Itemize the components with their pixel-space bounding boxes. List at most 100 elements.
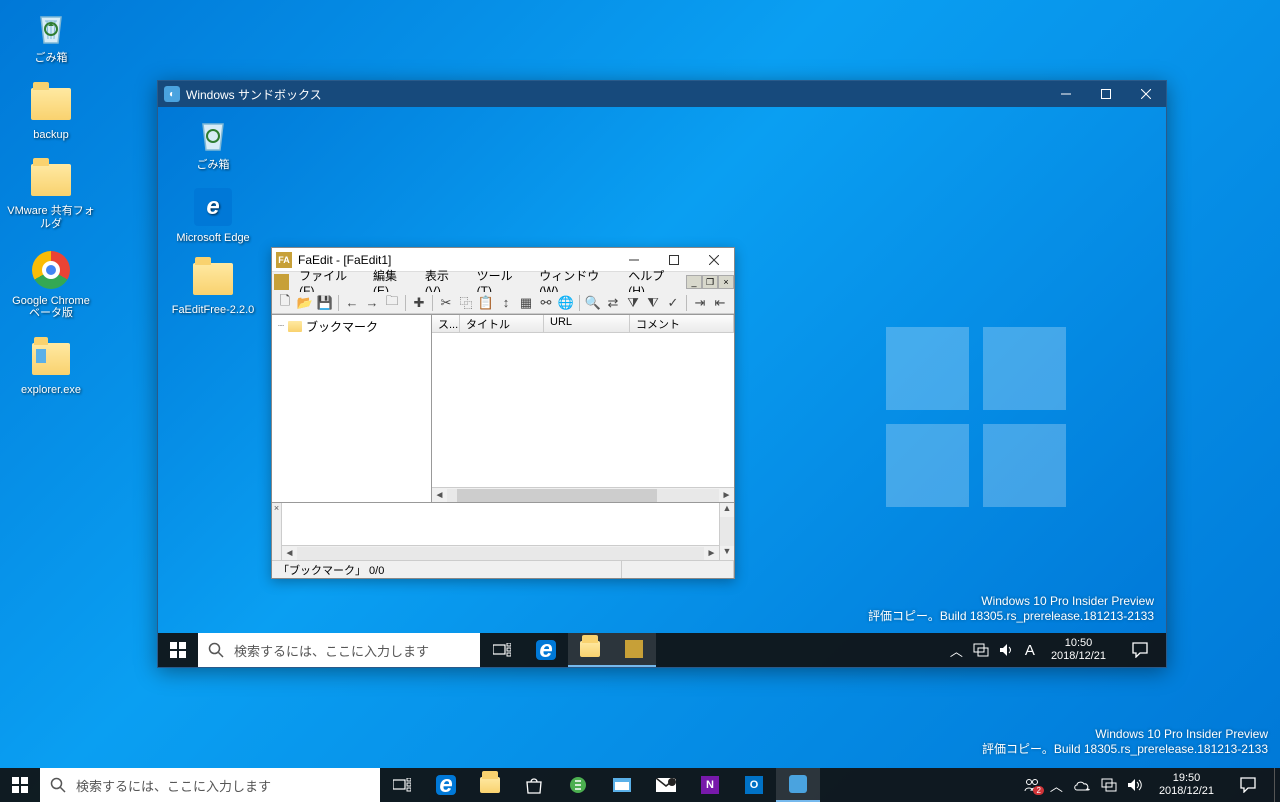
toolbar-cut-icon[interactable]: ✂ (437, 294, 455, 312)
volume-icon[interactable] (1127, 778, 1143, 792)
toolbar-import-icon[interactable]: ⇤ (711, 294, 729, 312)
people-icon[interactable]: 2 (1024, 777, 1040, 793)
mdi-restore-button[interactable]: ❐ (702, 275, 718, 289)
taskbar-app-edge[interactable] (424, 768, 468, 802)
close-button[interactable] (694, 249, 734, 271)
desktop-icon-vmware-shared[interactable]: VMware 共有フォルダ (6, 159, 96, 230)
tray-chevron-up-icon[interactable]: ︿ (950, 641, 963, 660)
mdi-minimize-button[interactable]: _ (686, 275, 702, 289)
tray-chevron-up-icon[interactable]: ︿ (1050, 776, 1063, 795)
desktop-icon-recycle-bin[interactable]: ごみ箱 (168, 113, 258, 172)
close-button[interactable] (1126, 81, 1166, 107)
taskbar-app-sandbox[interactable] (776, 768, 820, 802)
scroll-track[interactable] (297, 547, 704, 560)
task-view-button[interactable] (380, 768, 424, 802)
faedit-toolbar: 🗋 📂 💾 ← → 🗀 ✚ ✂ ⿻ 📋 ↕ ▦ ⚯ 🌐 (272, 292, 734, 314)
scroll-track[interactable] (447, 489, 719, 502)
taskbar-app-outlook[interactable]: O (732, 768, 776, 802)
scroll-track[interactable] (720, 517, 734, 546)
desktop-icon-backup[interactable]: backup (6, 83, 96, 142)
scroll-right-button[interactable]: ► (719, 490, 734, 501)
toolbar-paste-icon[interactable]: 📋 (477, 294, 495, 312)
close-pane-button[interactable]: × (272, 503, 282, 560)
bookmark-tree[interactable]: ┈ ブックマーク (272, 315, 432, 502)
toolbar-save-icon[interactable]: 💾 (316, 294, 334, 312)
maximize-button[interactable] (1086, 81, 1126, 107)
taskbar-app-onenote[interactable]: N (688, 768, 732, 802)
toolbar-open-icon[interactable]: 📂 (296, 294, 314, 312)
toolbar-move-icon[interactable]: ↕ (497, 294, 515, 312)
faedit-doc-icon[interactable] (274, 274, 289, 290)
desktop-icon-chrome-beta[interactable]: Google Chrome ベータ版 (6, 249, 96, 320)
toolbar-browse-icon[interactable]: 🌐 (557, 294, 575, 312)
host-desktop: ごみ箱 backup VMware 共有フォルダ Google Chrome ベ… (0, 0, 1280, 802)
column-title[interactable]: タイトル (460, 315, 544, 332)
taskbar-app-green[interactable] (556, 768, 600, 802)
scroll-down-button[interactable]: ▼ (720, 546, 734, 560)
scroll-left-button[interactable]: ◄ (282, 548, 297, 559)
toolbar-export-icon[interactable]: ⇥ (691, 294, 709, 312)
toolbar-add-icon[interactable]: ✚ (410, 294, 428, 312)
onedrive-icon[interactable] (1073, 779, 1091, 791)
scroll-thumb[interactable] (457, 489, 657, 502)
mdi-close-button[interactable]: × (718, 275, 734, 289)
network-icon[interactable] (1101, 778, 1117, 792)
search-placeholder: 検索するには、ここに入力します (76, 776, 271, 795)
column-url[interactable]: URL (544, 315, 630, 332)
start-button[interactable] (158, 633, 198, 667)
system-tray: ︿ A 10:50 2018/12/21 (942, 633, 1166, 667)
faedit-title-text: FaEdit - [FaEdit1] (298, 253, 391, 267)
desktop-icon-explorer-exe[interactable]: explorer.exe (6, 338, 96, 397)
ime-indicator[interactable]: A (1025, 642, 1035, 659)
scroll-right-button[interactable]: ► (704, 548, 719, 559)
taskbar-app-faedit[interactable] (612, 633, 656, 667)
detail-textarea[interactable] (282, 503, 719, 545)
action-center-button[interactable] (1230, 777, 1266, 793)
list-body[interactable] (432, 333, 734, 487)
taskbar-app-explorer[interactable] (568, 633, 612, 667)
folder-icon (288, 321, 302, 332)
toolbar-link-icon[interactable]: ⚯ (537, 294, 555, 312)
toolbar-forward-icon[interactable]: → (363, 294, 381, 312)
taskbar-app-mail[interactable] (644, 768, 688, 802)
toolbar-filter-icon[interactable]: ⧩ (624, 294, 642, 312)
toolbar-folder-icon[interactable]: 🗀 (383, 294, 401, 312)
windows-logo-icon (886, 327, 1066, 507)
scroll-up-button[interactable]: ▲ (720, 503, 734, 517)
start-button[interactable] (0, 768, 40, 802)
taskbar-app-explorer[interactable] (468, 768, 512, 802)
taskbar-app-store[interactable] (512, 768, 556, 802)
taskbar-search[interactable]: 検索するには、ここに入力します (198, 633, 480, 667)
taskbar-app-edge[interactable] (524, 633, 568, 667)
network-icon[interactable] (973, 643, 989, 657)
toolbar-copy-icon[interactable]: ⿻ (457, 294, 475, 312)
minimize-button[interactable] (1046, 81, 1086, 107)
toolbar-replace-icon[interactable]: ⇄ (604, 294, 622, 312)
desktop-icon-edge[interactable]: Microsoft Edge (168, 186, 258, 245)
toolbar-props-icon[interactable]: ▦ (517, 294, 535, 312)
taskbar-app-window[interactable] (600, 768, 644, 802)
toolbar-back-icon[interactable]: ← (343, 294, 361, 312)
task-view-button[interactable] (480, 633, 524, 667)
volume-icon[interactable] (999, 643, 1015, 657)
show-desktop-button[interactable] (1274, 768, 1280, 802)
toolbar-new-icon[interactable]: 🗋 (276, 294, 294, 312)
taskbar-search[interactable]: 検索するには、ここに入力します (40, 768, 380, 802)
sandbox-desktop[interactable]: ごみ箱 Microsoft Edge FaEditFree-2.2.0 Wind… (158, 107, 1166, 667)
column-comment[interactable]: コメント (630, 315, 734, 332)
toolbar-search-icon[interactable]: 🔍 (584, 294, 602, 312)
column-status[interactable]: ス... (432, 315, 460, 332)
toolbar-sort-icon[interactable]: ⧨ (644, 294, 662, 312)
action-center-button[interactable] (1122, 642, 1158, 658)
desktop-icon-label: ごみ箱 (35, 52, 68, 65)
scroll-left-button[interactable]: ◄ (432, 490, 447, 501)
desktop-icon-faeditfree[interactable]: FaEditFree-2.2.0 (168, 258, 258, 317)
taskbar-clock[interactable]: 10:50 2018/12/21 (1045, 637, 1112, 662)
toolbar-check-icon[interactable]: ✓ (664, 294, 682, 312)
taskbar-clock[interactable]: 19:50 2018/12/21 (1153, 772, 1220, 797)
task-view-icon (493, 643, 511, 657)
search-placeholder: 検索するには、ここに入力します (234, 641, 429, 660)
desktop-icon-recycle-bin[interactable]: ごみ箱 (6, 6, 96, 65)
tree-root-item[interactable]: ┈ ブックマーク (274, 317, 429, 336)
sandbox-titlebar[interactable]: ◐ Windows サンドボックス (158, 81, 1166, 107)
